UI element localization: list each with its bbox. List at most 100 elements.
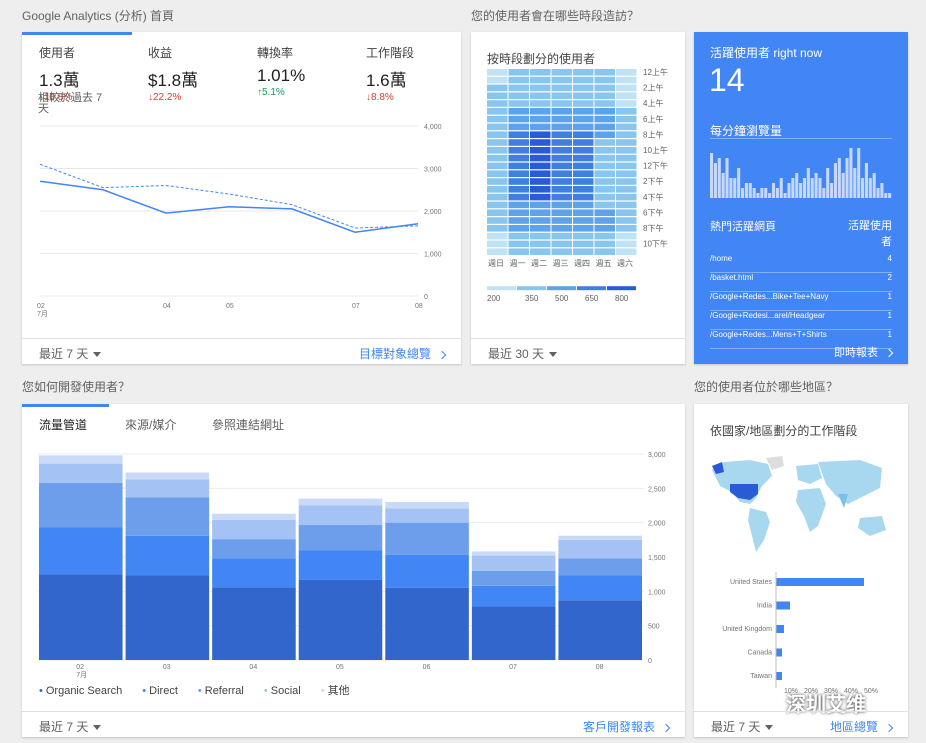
day-label: 週日 [488, 259, 504, 268]
top-page-row[interactable]: /Google+Redesi...arel/Headgear 1 [710, 311, 892, 330]
legend-label: 其他 [327, 685, 350, 697]
heat-cell [508, 69, 529, 76]
metric-conversion[interactable]: 轉換率 1.01% ↑5.1% [257, 44, 357, 98]
pageview-bar [849, 148, 853, 198]
pageview-bar [826, 168, 830, 198]
legend-swatch [487, 286, 516, 291]
active-tab-indicator [22, 404, 109, 407]
pageview-bar [810, 178, 814, 198]
heat-cell [530, 108, 551, 115]
heat-cell [530, 193, 551, 201]
world-map [712, 456, 886, 552]
x-tick-label: 04 [163, 303, 171, 310]
realtime-title: 活躍使用者 right now [710, 46, 823, 60]
section-title-when: 您的使用者會在哪些時段造訪？ [471, 9, 640, 23]
hour-label: 12上午 [643, 67, 668, 77]
heat-cell [530, 131, 551, 138]
heat-cell [530, 178, 551, 185]
heat-cell [487, 225, 508, 232]
pageview-bar [737, 168, 741, 198]
heat-cell [530, 69, 551, 76]
pageview-bar [888, 193, 892, 198]
heat-cell [594, 162, 615, 170]
heat-cell [594, 193, 615, 201]
date-range-dropdown[interactable]: 最近 7 天 [711, 718, 774, 735]
date-range-dropdown[interactable]: 最近 7 天 [39, 718, 102, 735]
stack-segment [385, 522, 469, 555]
pageview-bar [833, 163, 837, 198]
geo-overview-link[interactable]: 地區總覽 [830, 718, 894, 735]
heat-cell [508, 131, 529, 138]
heat-cell [616, 248, 637, 255]
top-page-row[interactable]: /basket.html 2 [710, 273, 892, 292]
legend-swatch [517, 286, 546, 291]
stack-segment [471, 555, 556, 571]
heat-cell [573, 131, 594, 138]
y-tick-label: 1,000 [648, 589, 666, 596]
stack-segment [39, 574, 123, 660]
page-path: /home [710, 254, 733, 263]
caret-down-icon [549, 352, 558, 358]
y-tick-label: 1,000 [424, 252, 442, 259]
heat-cell [551, 69, 572, 76]
heat-cell [508, 170, 529, 177]
heat-cell [508, 123, 529, 131]
country-bar [776, 601, 790, 610]
stack-segment [298, 524, 383, 551]
heat-cell [551, 240, 572, 248]
pageview-bar [864, 163, 868, 198]
heat-cell [616, 201, 637, 209]
europe-shape [796, 464, 822, 484]
heatmap-range-dropdown[interactable]: 最近 30 天 [488, 345, 558, 362]
metric-revenue[interactable]: 收益 $1.8萬 ↓22.2% [148, 44, 248, 103]
heat-cell [508, 76, 529, 84]
heatmap-title: 按時段劃分的使用者 [487, 52, 596, 66]
heat-cell [594, 178, 615, 185]
series-line [39, 180, 419, 234]
heat-cell [551, 76, 572, 84]
heat-cell [594, 69, 615, 76]
section-title-acquire: 您如何開發使用者？ [22, 380, 131, 394]
tab-channels[interactable]: 流量管道 [39, 416, 87, 433]
top-page-row[interactable]: /home 4 [710, 254, 892, 273]
heat-cell [487, 248, 508, 255]
heat-cell [573, 201, 594, 209]
link-label: 目標對象總覽 [358, 347, 431, 361]
metric-sessions[interactable]: 工作階段 1.6萬 ↓8.8% [366, 44, 466, 103]
x-tick-label: 06 [423, 664, 431, 671]
audience-overview-link[interactable]: 目標對象總覽 [358, 345, 447, 362]
tab-source-medium[interactable]: 來源/媒介 [125, 416, 176, 433]
active-users-header: 活躍使用者 [848, 220, 892, 248]
legend-swatch [607, 286, 636, 291]
heat-cell [551, 108, 572, 115]
heat-cell [594, 92, 615, 99]
heat-cell [594, 76, 615, 84]
page-path: /Google+Redes...Bike+Tee+Navy [710, 292, 829, 301]
heat-cell [594, 240, 615, 248]
realtime-report-link[interactable]: 即時報表 [834, 344, 894, 360]
heat-cell [573, 209, 594, 216]
date-range-dropdown[interactable]: 最近 7 天 [39, 345, 102, 362]
metric-label: 收益 [148, 46, 173, 60]
top-page-row[interactable]: /Google+Redes...Bike+Tee+Navy 1 [710, 292, 892, 311]
heat-cell [487, 147, 508, 154]
geo-title: 依國家/地區劃分的工作階段 [710, 424, 858, 438]
heat-cell [573, 170, 594, 177]
stack-segment [558, 600, 642, 660]
tab-referrals[interactable]: 參照連結網址 [212, 416, 284, 433]
stack-segment [125, 535, 210, 576]
heat-cell [487, 123, 508, 131]
heat-cell [551, 115, 572, 123]
country-label: Taiwan [750, 673, 772, 680]
pageview-bar [721, 173, 725, 198]
y-tick-label: 500 [648, 624, 660, 631]
acquisition-report-link[interactable]: 客戶開發報表 [583, 718, 671, 735]
active-metric-indicator [22, 32, 132, 35]
heat-cell [487, 201, 508, 209]
chevron-right-icon [884, 723, 894, 733]
legend-label: 350 [525, 294, 539, 303]
page-active-users: 1 [887, 330, 892, 339]
country-bar-chart: United States India United Kingdom Canada Ta… [722, 572, 878, 695]
pageview-bar [799, 183, 803, 198]
stack-segment [385, 508, 469, 523]
